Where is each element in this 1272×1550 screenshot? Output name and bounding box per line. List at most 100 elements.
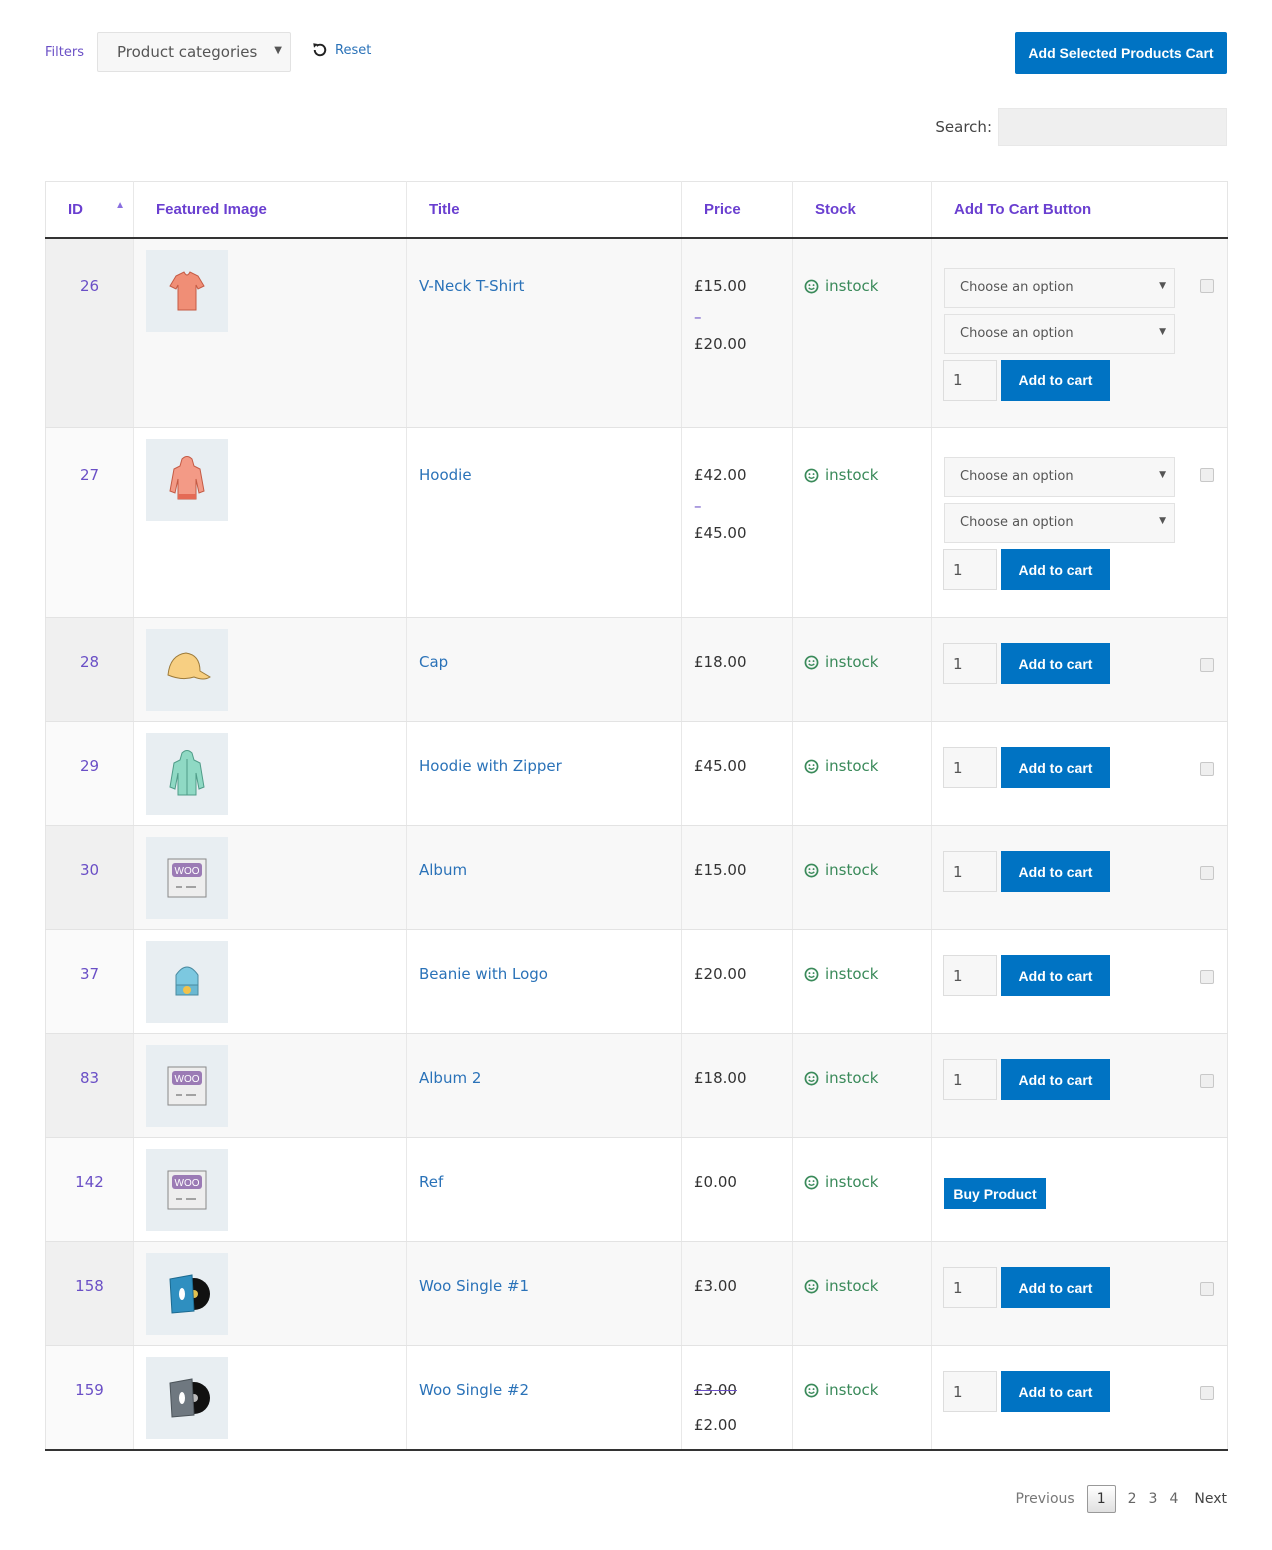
select-product-checkbox[interactable] bbox=[1200, 658, 1214, 672]
product-image[interactable] bbox=[146, 1357, 228, 1439]
quantity-input[interactable] bbox=[943, 747, 997, 788]
column-header-featured-image[interactable]: Featured Image bbox=[133, 181, 407, 239]
pagination-page-4[interactable]: 4 bbox=[1169, 1491, 1178, 1507]
product-title-link[interactable]: Woo Single #2 bbox=[407, 1346, 681, 1398]
chevron-down-icon: ▼ bbox=[1159, 470, 1166, 480]
pagination-next[interactable]: Next bbox=[1194, 1491, 1227, 1507]
title-cell: Album 2 bbox=[406, 1033, 682, 1138]
add-to-cart-cell: Add to cart bbox=[931, 929, 1228, 1034]
smiley-icon bbox=[804, 1383, 819, 1398]
price-cell: £15.00 – £20.00 bbox=[681, 237, 793, 428]
product-image[interactable] bbox=[146, 249, 228, 332]
price-max: £20.00 bbox=[694, 334, 747, 353]
product-image[interactable] bbox=[146, 629, 228, 711]
product-image[interactable]: WOO bbox=[146, 1149, 228, 1231]
product-title-link[interactable]: Album 2 bbox=[407, 1034, 681, 1086]
price-regular: £3.00 bbox=[694, 1381, 737, 1399]
quantity-input[interactable] bbox=[943, 955, 997, 996]
hoodie-zipper-image-icon bbox=[169, 750, 205, 796]
product-id: 29 bbox=[45, 721, 134, 826]
column-header-stock[interactable]: Stock bbox=[792, 181, 932, 239]
product-image[interactable] bbox=[146, 733, 228, 815]
select-product-checkbox[interactable] bbox=[1200, 278, 1214, 293]
select-product-checkbox[interactable] bbox=[1200, 1074, 1214, 1088]
pagination-page-1[interactable]: 1 bbox=[1086, 1485, 1116, 1513]
quantity-input[interactable] bbox=[943, 1267, 997, 1308]
filters-label: Filters bbox=[45, 45, 84, 60]
product-image[interactable]: WOO bbox=[146, 837, 228, 919]
featured-image-cell: WOO bbox=[133, 1033, 407, 1138]
chevron-down-icon: ▼ bbox=[1159, 326, 1166, 337]
column-header-add-to-cart[interactable]: Add To Cart Button bbox=[931, 181, 1228, 239]
product-title-link[interactable]: Hoodie with Zipper bbox=[407, 722, 681, 774]
stock-status: instock bbox=[793, 722, 931, 774]
select-product-checkbox[interactable] bbox=[1200, 970, 1214, 984]
add-to-cart-button[interactable]: Add to cart bbox=[1001, 851, 1110, 892]
variation-select[interactable]: Choose an option ▼ bbox=[944, 457, 1175, 497]
column-header-price[interactable]: Price bbox=[681, 181, 793, 239]
table-row: 29 Hoodie with Zipper £45.00 instock Add… bbox=[45, 721, 1228, 826]
stock-cell: instock bbox=[792, 929, 932, 1034]
select-product-checkbox[interactable] bbox=[1200, 1282, 1214, 1296]
add-to-cart-cell: Add to cart bbox=[931, 1033, 1228, 1138]
variation-select[interactable]: Choose an option ▼ bbox=[944, 503, 1175, 543]
column-header-title[interactable]: Title bbox=[406, 181, 682, 239]
chevron-down-icon: ▼ bbox=[274, 45, 282, 56]
product-title-link[interactable]: Cap bbox=[407, 618, 681, 670]
quantity-input[interactable] bbox=[943, 851, 997, 892]
select-product-checkbox[interactable] bbox=[1200, 468, 1214, 482]
add-to-cart-button[interactable]: Add to cart bbox=[1001, 747, 1110, 788]
product-title-link[interactable]: Beanie with Logo bbox=[407, 930, 681, 982]
stock-cell: instock bbox=[792, 617, 932, 722]
beanie-image-icon bbox=[175, 966, 199, 996]
product-title-link[interactable]: Album bbox=[407, 826, 681, 878]
product-categories-select[interactable]: Product categories ▼ bbox=[97, 32, 291, 72]
pagination-previous[interactable]: Previous bbox=[1016, 1491, 1075, 1507]
add-selected-products-cart-button[interactable]: Add Selected Products Cart bbox=[1015, 32, 1227, 74]
woo-album-image-icon: WOO bbox=[167, 858, 207, 898]
variation-select[interactable]: Choose an option ▼ bbox=[944, 313, 1175, 354]
price: £3.00 bbox=[694, 1277, 737, 1295]
column-header-id[interactable]: ID ▲ bbox=[45, 181, 134, 239]
product-image[interactable] bbox=[146, 1253, 228, 1335]
add-to-cart-button[interactable]: Add to cart bbox=[1001, 549, 1110, 590]
cap-image-icon bbox=[167, 652, 211, 680]
quantity-input[interactable] bbox=[943, 643, 997, 684]
product-image[interactable] bbox=[146, 439, 228, 521]
pagination-page-3[interactable]: 3 bbox=[1149, 1491, 1158, 1507]
quantity-input[interactable] bbox=[943, 1371, 997, 1412]
stock-cell: instock bbox=[792, 427, 932, 618]
pagination-page-2[interactable]: 2 bbox=[1128, 1491, 1137, 1507]
search-input[interactable] bbox=[998, 108, 1227, 146]
price: £0.00 bbox=[694, 1173, 737, 1191]
smiley-icon bbox=[804, 655, 819, 670]
product-title-link[interactable]: Hoodie bbox=[407, 428, 681, 483]
quantity-input[interactable] bbox=[943, 1059, 997, 1100]
select-product-checkbox[interactable] bbox=[1200, 1386, 1214, 1400]
quantity-input[interactable] bbox=[943, 359, 997, 401]
quantity-input[interactable] bbox=[943, 549, 997, 590]
buy-product-button[interactable]: Buy Product bbox=[944, 1178, 1046, 1209]
product-title-link[interactable]: Woo Single #1 bbox=[407, 1242, 681, 1294]
add-to-cart-button[interactable]: Add to cart bbox=[1001, 1371, 1110, 1412]
add-to-cart-button[interactable]: Add to cart bbox=[1001, 955, 1110, 996]
select-product-checkbox[interactable] bbox=[1200, 762, 1214, 776]
product-title-link[interactable]: V-Neck T-Shirt bbox=[407, 239, 681, 294]
add-to-cart-button[interactable]: Add to cart bbox=[1001, 1267, 1110, 1308]
variation-select[interactable]: Choose an option ▼ bbox=[944, 267, 1175, 308]
price-cell: £20.00 bbox=[681, 929, 793, 1034]
select-product-checkbox[interactable] bbox=[1200, 866, 1214, 880]
product-image[interactable]: WOO bbox=[146, 1045, 228, 1127]
reset-link[interactable]: Reset bbox=[311, 41, 371, 59]
add-to-cart-button[interactable]: Add to cart bbox=[1001, 1059, 1110, 1100]
title-cell: Beanie with Logo bbox=[406, 929, 682, 1034]
title-cell: Woo Single #2 bbox=[406, 1345, 682, 1450]
table-row: 27 Hoodie £42.00 – £45.00 instock Choose… bbox=[45, 427, 1228, 618]
products-table: ID ▲ Featured Image Title Price Stock Add… bbox=[45, 181, 1228, 1451]
add-to-cart-button[interactable]: Add to cart bbox=[1001, 643, 1110, 684]
product-title-link[interactable]: Ref bbox=[407, 1138, 681, 1190]
add-to-cart-button[interactable]: Add to cart bbox=[1001, 359, 1110, 401]
reset-label: Reset bbox=[335, 42, 372, 58]
product-image[interactable] bbox=[146, 941, 228, 1023]
stock-status: instock bbox=[793, 930, 931, 982]
